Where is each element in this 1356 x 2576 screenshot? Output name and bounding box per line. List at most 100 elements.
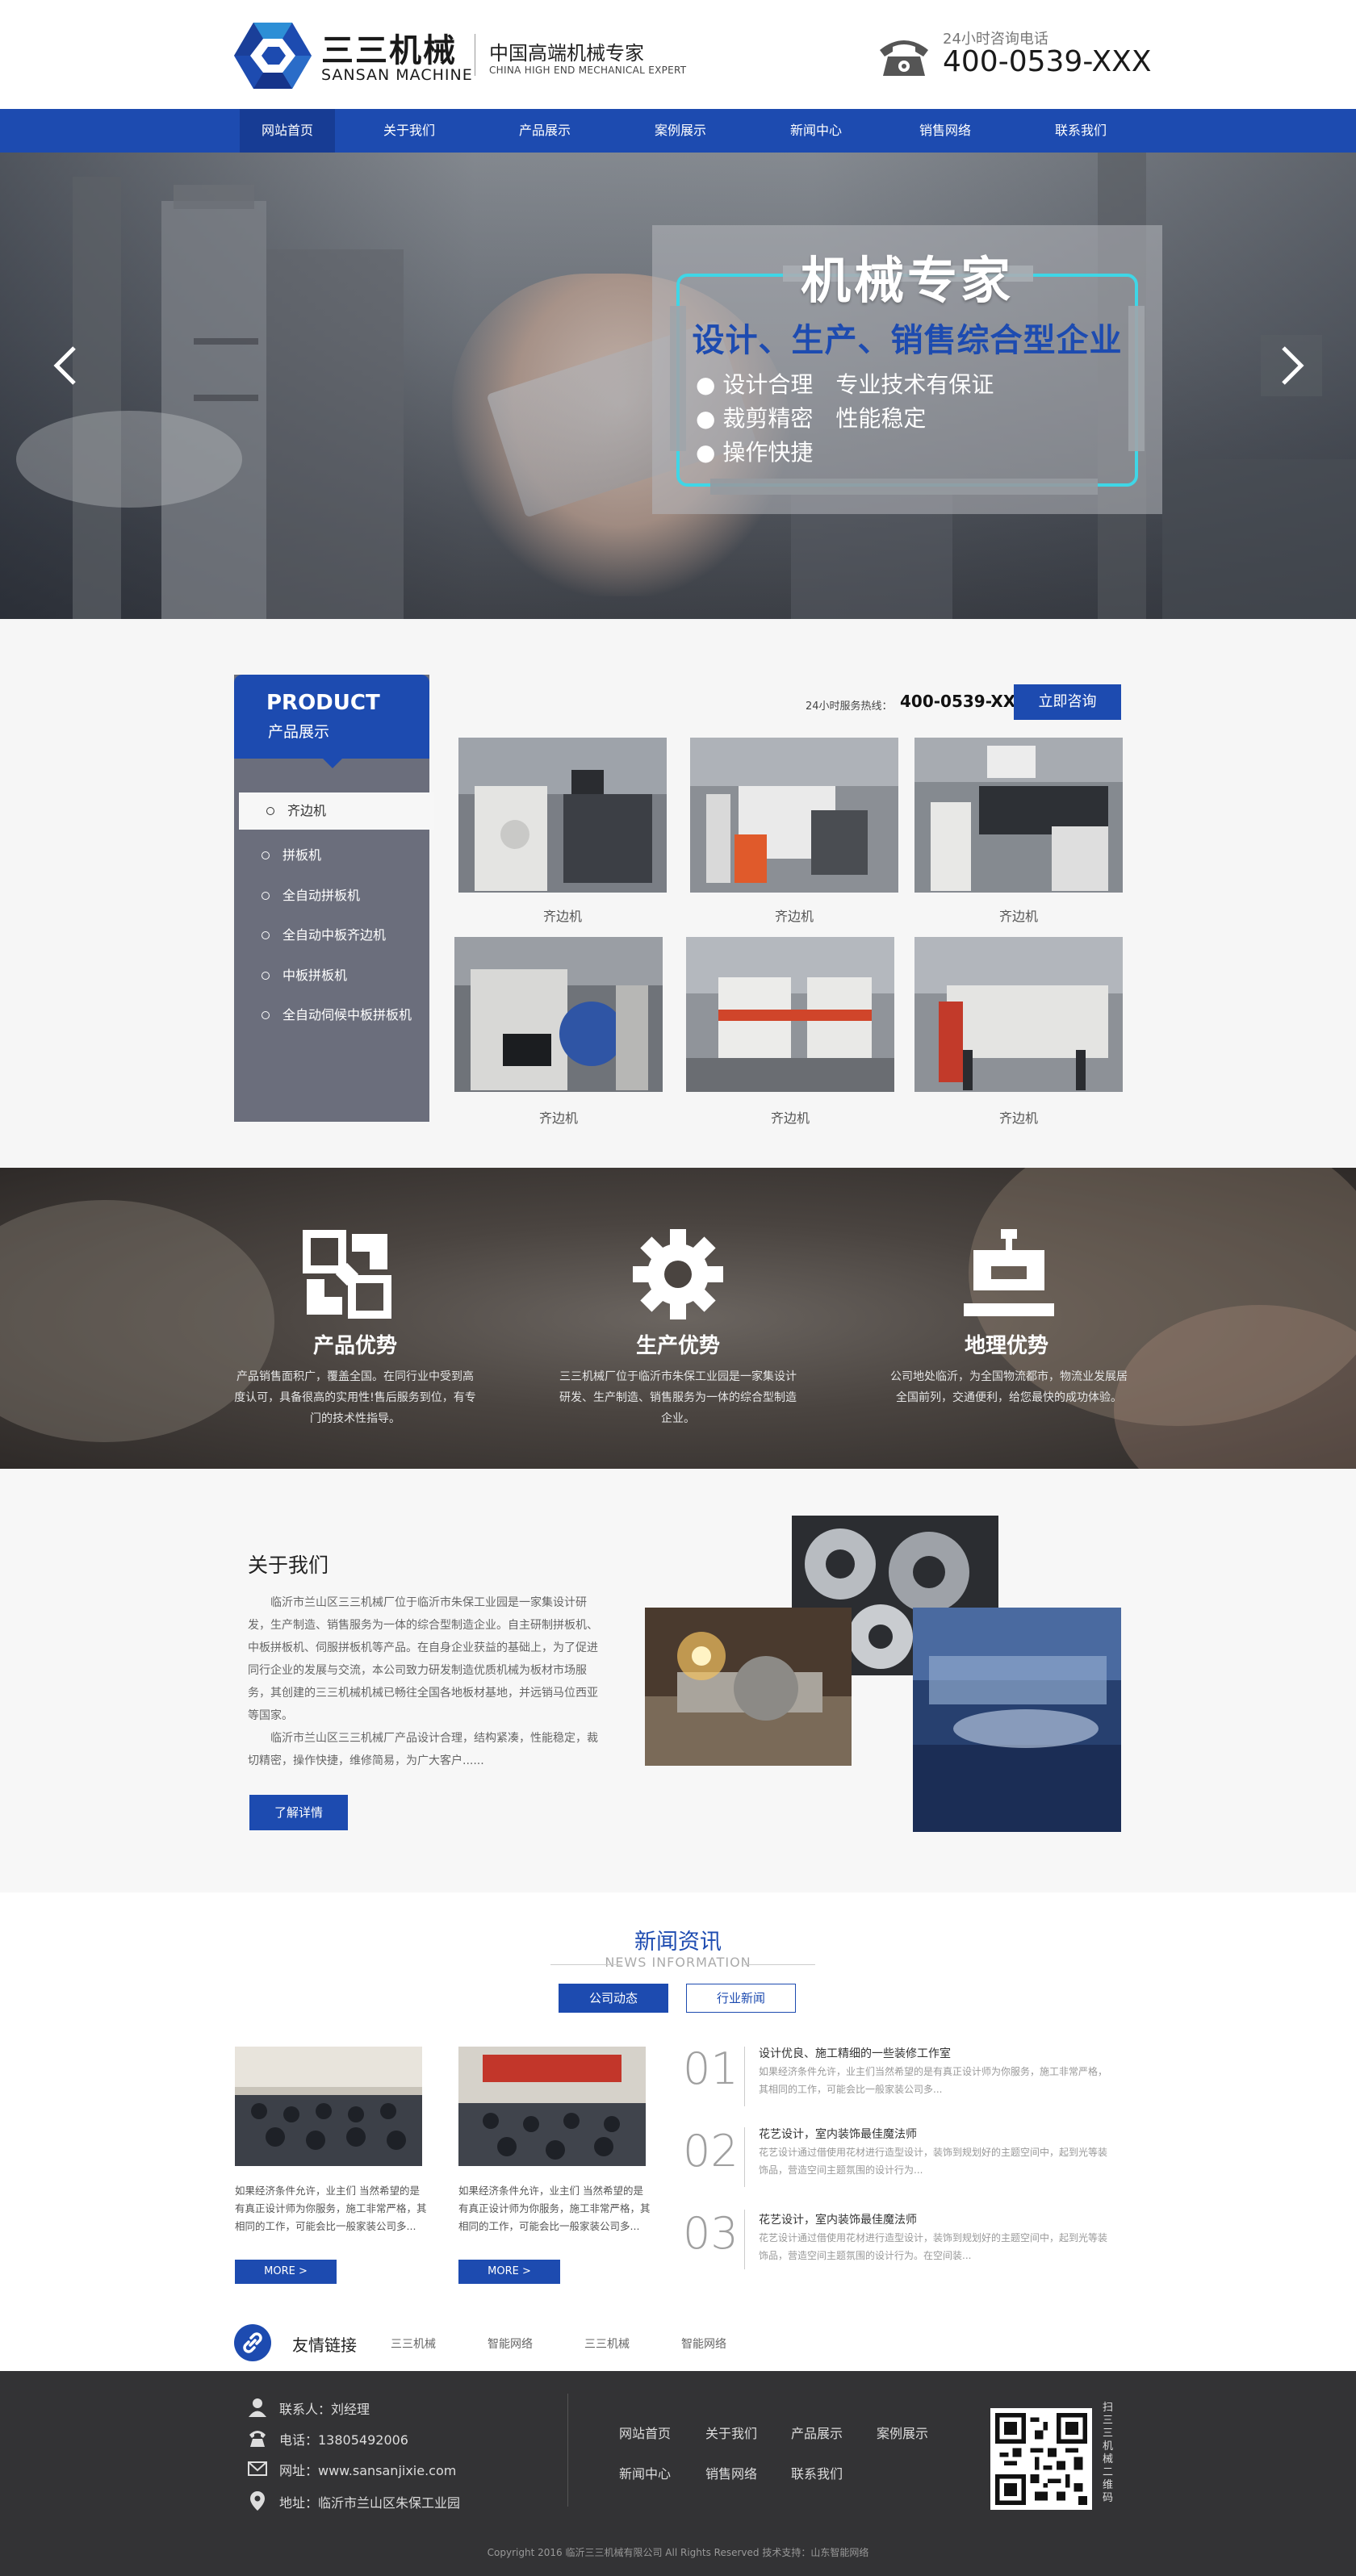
link-icon [234, 2324, 271, 2361]
service-hotline-number: 400-0539-XXX [900, 692, 1028, 711]
nav-item-sales-network[interactable]: 销售网络 [898, 109, 993, 153]
footer-nav-products[interactable]: 产品展示 [791, 2423, 843, 2442]
footer-address: 地址：临沂市兰山区朱保工业园 [279, 2495, 461, 2511]
news-item-title[interactable]: 花艺设计，室内装饰最佳魔法师 [759, 2211, 917, 2227]
about-more-button[interactable]: 了解详情 [249, 1795, 348, 1830]
user-icon [249, 2398, 266, 2417]
news-card-summary: 如果经济条件允许，业主们 当然希望的是有真正设计师为你服务，施工非常严格，其相同… [235, 2185, 427, 2232]
advantage-title: 产品优势 [312, 1334, 397, 1358]
footer-phone: 电话：13805492006 [279, 2432, 408, 2448]
news-image[interactable] [458, 2047, 646, 2166]
product-caption: 齐边机 [542, 909, 582, 924]
tab-company-news[interactable]: 公司动态 [559, 1984, 668, 2013]
news-item-number: 02 [683, 2126, 739, 2177]
advantage-text: 公司地处临沂，为全国物流都市，物流业发展居全国前列，交通便利，给您最快的成功体验… [890, 1370, 1128, 1404]
product-caption: 齐边机 [538, 1110, 578, 1126]
nav-item-news[interactable]: 新闻中心 [768, 109, 864, 153]
page: 三三机械 SANSAN MACHINE 中国高端机械专家 CHINA HIGH … [0, 0, 1356, 2576]
friend-link[interactable]: 智能网络 [488, 2336, 533, 2352]
news-more-button[interactable]: MORE > [458, 2260, 560, 2284]
consult-button[interactable]: 立即咨询 [1014, 684, 1121, 720]
gear-icon [633, 1229, 723, 1319]
nav-item-products[interactable]: 产品展示 [497, 109, 592, 153]
advantage-title: 生产优势 [635, 1334, 720, 1358]
phone-icon [249, 2431, 266, 2447]
copyright: Copyright 2016 临沂三三机械有限公司 All Rights Res… [487, 2547, 869, 2558]
product-category-item[interactable]: 全自动拼板机 [234, 877, 429, 914]
banner-prev-button[interactable] [36, 335, 97, 396]
product-image[interactable] [458, 738, 667, 893]
product-image[interactable] [914, 738, 1123, 893]
main-nav: 网站首页 关于我们 产品展示 案例展示 新闻中心 销售网络 联系我们 [0, 109, 1356, 153]
product-category-item[interactable]: 全自动中板齐边机 [234, 917, 429, 954]
steel-cutting-image [913, 1608, 1121, 1832]
friend-links-title: 友情链接 [292, 2336, 357, 2355]
footer-nav-about[interactable]: 关于我们 [705, 2423, 757, 2442]
about-title: 关于我们 [248, 1554, 329, 1577]
chevron-left-icon [53, 346, 76, 385]
qr-code [990, 2408, 1092, 2510]
nav-item-about[interactable]: 关于我们 [362, 109, 457, 153]
nav-item-home[interactable]: 网站首页 [240, 109, 335, 153]
product-image[interactable] [686, 937, 894, 1092]
lathe-sparks-image [645, 1608, 852, 1766]
nav-item-contact[interactable]: 联系我们 [1033, 109, 1128, 153]
product-sidebar-title-en: PRODUCT [266, 691, 380, 715]
advantage-title: 地理优势 [964, 1334, 1048, 1358]
location-icon [964, 1229, 1054, 1316]
product-image[interactable] [690, 738, 898, 893]
qr-code-label: 扫三三机械二维码 [1103, 2402, 1114, 2504]
product-sidebar-title: 产品展示 [268, 723, 330, 741]
logo-icon[interactable] [234, 21, 312, 90]
nav-item-cases[interactable]: 案例展示 [633, 109, 728, 153]
product-image[interactable] [454, 937, 663, 1092]
banner-subtitle: 设计、生产、销售综合型企业 [692, 322, 1123, 359]
about-paragraph: 临沂市兰山区三三机械厂位于临沂市朱保工业园是一家集设计研发，生产制造、销售服务为… [248, 1596, 598, 1722]
product-category-item[interactable]: 中板拼板机 [234, 957, 429, 994]
tab-industry-news[interactable]: 行业新闻 [686, 1984, 796, 2013]
product-caption: 齐边机 [998, 909, 1038, 924]
news-item-summary: 花艺设计通过借使用花材进行造型设计，装饰到规划好的主题空间中，起到光等装饰品，营… [759, 2147, 1108, 2176]
slogan-english: CHINA HIGH END MECHANICAL EXPERT [489, 65, 687, 76]
footer-nav-news[interactable]: 新闻中心 [619, 2463, 671, 2482]
service-hotline-label: 24小时服务热线： [806, 700, 893, 713]
product-caption: 齐边机 [770, 1110, 810, 1126]
footer-nav-contact[interactable]: 联系我们 [791, 2463, 843, 2482]
product-caption: 齐边机 [774, 909, 814, 924]
banner-bullet: ● 设计合理 专业技术有保证 [696, 371, 994, 398]
product-category-item[interactable]: 齐边机 [239, 792, 434, 830]
slogan: 中国高端机械专家 [489, 42, 644, 65]
about-paragraph: 临沂市兰山区三三机械厂产品设计合理，结构紧凑，性能稳定，裁切精密，操作快捷，维修… [248, 1732, 598, 1767]
footer-nav-cases[interactable]: 案例展示 [877, 2423, 928, 2442]
news-image[interactable] [235, 2047, 422, 2166]
product-caption: 齐边机 [998, 1110, 1038, 1126]
footer-nav-home[interactable]: 网站首页 [619, 2423, 671, 2442]
product-sidebar-header [234, 675, 429, 759]
product-category-item[interactable]: 全自动伺候中板拼板机 [234, 997, 429, 1034]
banner-next-button[interactable] [1261, 335, 1322, 396]
news-more-button[interactable]: MORE > [235, 2260, 337, 2284]
banner-title: 机械专家 [800, 251, 1014, 310]
friend-link[interactable]: 三三机械 [391, 2336, 436, 2352]
header: 三三机械 SANSAN MACHINE 中国高端机械专家 CHINA HIGH … [0, 0, 1356, 109]
friend-link[interactable]: 三三机械 [584, 2336, 630, 2352]
product-category-item[interactable]: 拼板机 [234, 837, 429, 874]
banner-bullet: ● 裁剪精密 性能稳定 [696, 405, 927, 432]
brand-name-english: SANSAN MACHINE [321, 66, 473, 84]
news-section-title: 新闻资讯 [634, 1930, 722, 1955]
phone-icon [880, 40, 928, 76]
footer-nav-sales-network[interactable]: 销售网络 [705, 2463, 757, 2482]
news-item-number: 03 [683, 2208, 739, 2259]
location-pin-icon [250, 2491, 265, 2511]
hotline-number: 400-0539-XXX [943, 45, 1152, 78]
news-card-summary: 如果经济条件允许，业主们 当然希望的是有真正设计师为你服务，施工非常严格，其相同… [458, 2185, 651, 2232]
friend-link[interactable]: 智能网络 [681, 2336, 726, 2352]
footer-website: 网址：www.sansanjixie.com [279, 2463, 457, 2478]
news-item-title[interactable]: 设计优良、施工精细的一些装修工作室 [759, 2045, 951, 2061]
advantage-text: 产品销售面积广，覆盖全国。在同行业中受到高度认可，具备很高的实用性!售后服务到位… [234, 1370, 476, 1425]
chevron-right-icon [1282, 346, 1304, 385]
banner-bullet: ● 操作快捷 [696, 439, 814, 466]
product-image[interactable] [914, 937, 1123, 1092]
news-item-summary: 花艺设计通过借使用花材进行造型设计，装饰到规划好的主题空间中，起到光等装饰品，营… [759, 2232, 1108, 2261]
news-item-title[interactable]: 花艺设计，室内装饰最佳魔法师 [759, 2126, 917, 2142]
